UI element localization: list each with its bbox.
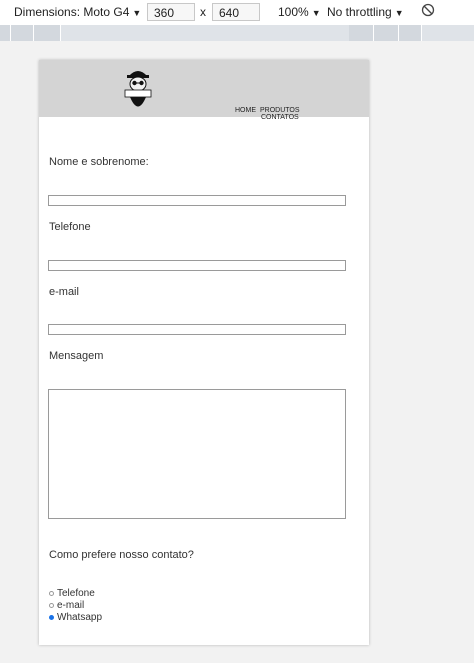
message-label: Mensagem [49,350,104,362]
throttling-dropdown[interactable]: No throttling ▼ [327,5,404,19]
media-query-bar[interactable] [0,25,474,41]
nav-link-contatos[interactable]: CONTATOS [261,114,300,121]
ruler-segment[interactable] [374,25,399,41]
email-input[interactable] [48,324,346,335]
rotate-icon[interactable] [421,3,435,20]
nav-link-produtos[interactable]: PRODUTOS [260,107,300,114]
radio-button-selected[interactable] [49,615,54,620]
radio-button[interactable] [49,603,54,608]
brand-logo[interactable] [121,66,155,112]
ruler-segment[interactable] [399,25,422,41]
times-sign: x [200,5,206,19]
contact-preference-label: Como prefere nosso contato? [49,549,194,561]
radio-label: e-mail [57,600,85,611]
width-input[interactable]: 360 [147,3,195,21]
device-toolbar: Dimensions: Moto G4 ▼ 360 x 640 100% ▼ No … [0,0,474,26]
height-input[interactable]: 640 [212,3,260,21]
ruler-segment[interactable] [349,25,374,41]
radio-option-email[interactable]: e-mail [49,600,84,611]
radio-label: Telefone [57,588,95,599]
radio-option-telefone[interactable]: Telefone [49,588,95,599]
dropdown-arrow-icon: ▼ [394,8,404,18]
device-dimensions-dropdown[interactable]: Dimensions: Moto G4 ▼ [14,5,141,19]
ruler-segment[interactable] [11,25,34,41]
dropdown-arrow-icon: ▼ [311,8,321,18]
ruler-segment[interactable] [0,25,11,41]
name-input[interactable] [48,195,346,206]
zoom-label: 100% [278,5,309,19]
phone-input[interactable] [48,260,346,271]
dropdown-arrow-icon: ▼ [132,8,142,18]
phone-label: Telefone [49,221,91,233]
zoom-dropdown[interactable]: 100% ▼ [278,5,321,19]
radio-label: Whatsapp [57,612,103,623]
device-viewport: HOME PRODUTOS CONTATOS Nome e sobrenome: … [39,60,369,645]
nav-link-home[interactable]: HOME [235,107,256,114]
site-header: HOME PRODUTOS CONTATOS [39,60,369,121]
main-nav: HOME PRODUTOS CONTATOS [235,107,304,121]
name-label: Nome e sobrenome: [49,156,149,168]
throttling-label: No throttling [327,5,392,19]
ruler-segment[interactable] [34,25,61,41]
radio-option-whatsapp[interactable]: Whatsapp [49,612,102,623]
device-dimensions-label: Dimensions: Moto G4 [14,5,130,19]
radio-button[interactable] [49,591,54,596]
email-label: e-mail [49,286,79,298]
message-textarea[interactable] [48,389,346,519]
